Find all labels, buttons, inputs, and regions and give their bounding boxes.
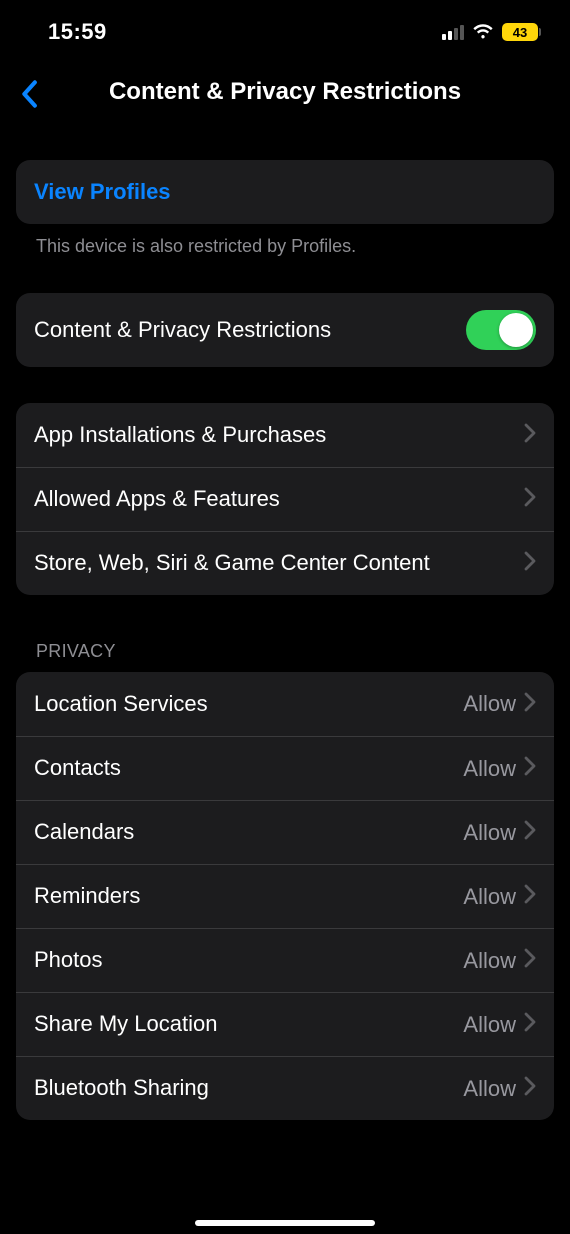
status-bar: 15:59 43 (0, 0, 570, 58)
restrictions-toggle-label: Content & Privacy Restrictions (34, 316, 466, 344)
reminders-row[interactable]: Reminders Allow (16, 864, 554, 928)
row-detail-value: Allow (463, 756, 516, 782)
location-services-row[interactable]: Location Services Allow (16, 672, 554, 736)
restrictions-toggle-row[interactable]: Content & Privacy Restrictions (16, 293, 554, 367)
privacy-group: Location Services Allow Contacts Allow C… (16, 672, 554, 1120)
chevron-right-icon (524, 820, 536, 845)
chevron-right-icon (524, 423, 536, 448)
row-label: Allowed Apps & Features (34, 485, 524, 513)
row-label: Location Services (34, 690, 463, 718)
row-detail-value: Allow (463, 820, 516, 846)
profiles-group: View Profiles (16, 160, 554, 224)
profiles-footer-note: This device is also restricted by Profil… (16, 224, 554, 257)
status-indicators: 43 (442, 23, 538, 41)
row-label: Store, Web, Siri & Game Center Content (34, 549, 524, 577)
row-detail-value: Allow (463, 691, 516, 717)
allowed-apps-row[interactable]: Allowed Apps & Features (16, 467, 554, 531)
contacts-row[interactable]: Contacts Allow (16, 736, 554, 800)
bluetooth-sharing-row[interactable]: Bluetooth Sharing Allow (16, 1056, 554, 1120)
row-label: Photos (34, 946, 463, 974)
chevron-right-icon (524, 756, 536, 781)
chevron-right-icon (524, 1076, 536, 1101)
home-indicator[interactable] (195, 1220, 375, 1226)
row-label: Calendars (34, 818, 463, 846)
battery-indicator: 43 (502, 23, 538, 41)
chevron-right-icon (524, 692, 536, 717)
row-detail-value: Allow (463, 884, 516, 910)
navigation-header: Content & Privacy Restrictions (0, 58, 570, 134)
chevron-right-icon (524, 948, 536, 973)
back-button[interactable] (14, 76, 44, 112)
row-label: App Installations & Purchases (34, 421, 524, 449)
view-profiles-label: View Profiles (34, 178, 536, 206)
privacy-section-header: PRIVACY (16, 641, 554, 672)
restrictions-toggle-group: Content & Privacy Restrictions (16, 293, 554, 367)
row-label: Share My Location (34, 1010, 463, 1038)
row-detail-value: Allow (463, 948, 516, 974)
calendars-row[interactable]: Calendars Allow (16, 800, 554, 864)
store-web-siri-row[interactable]: Store, Web, Siri & Game Center Content (16, 531, 554, 595)
row-label: Bluetooth Sharing (34, 1074, 463, 1102)
chevron-right-icon (524, 884, 536, 909)
restrictions-toggle[interactable] (466, 310, 536, 350)
app-installations-row[interactable]: App Installations & Purchases (16, 403, 554, 467)
chevron-right-icon (524, 487, 536, 512)
photos-row[interactable]: Photos Allow (16, 928, 554, 992)
row-label: Reminders (34, 882, 463, 910)
row-detail-value: Allow (463, 1076, 516, 1102)
chevron-right-icon (524, 1012, 536, 1037)
status-time: 15:59 (48, 19, 107, 45)
content-options-group: App Installations & Purchases Allowed Ap… (16, 403, 554, 595)
share-my-location-row[interactable]: Share My Location Allow (16, 992, 554, 1056)
row-label: Contacts (34, 754, 463, 782)
wifi-icon (472, 24, 494, 40)
page-title: Content & Privacy Restrictions (109, 78, 461, 106)
cellular-signal-icon (442, 24, 464, 40)
chevron-right-icon (524, 551, 536, 576)
row-detail-value: Allow (463, 1012, 516, 1038)
view-profiles-row[interactable]: View Profiles (16, 160, 554, 224)
